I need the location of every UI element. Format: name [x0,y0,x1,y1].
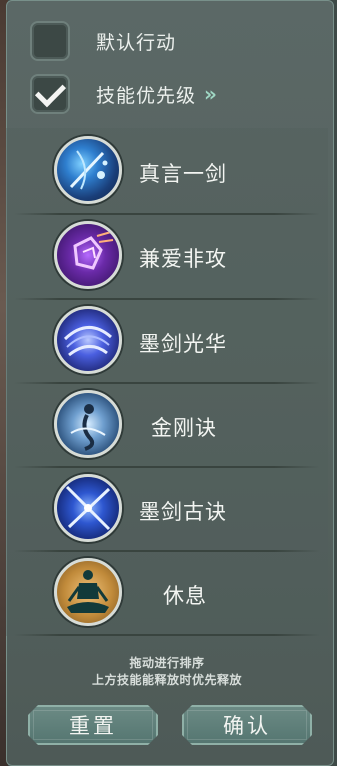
double-chevron-icon[interactable]: » [204,82,217,106]
swirl-icon [54,306,122,374]
hint-line-2: 上方技能能释放时优先释放 [91,673,242,687]
figure-icon [54,390,122,458]
skill-label: 金刚诀 [151,416,217,440]
skill-row[interactable]: 墨剑光华 [14,300,320,384]
default-action-checkbox[interactable] [30,21,70,61]
skill-row[interactable]: 兼爱非攻 [14,215,320,299]
default-action-label: 默认行动 [96,31,177,54]
water-sword-icon [54,136,122,204]
hint-line-1: 拖动进行排序 [129,656,205,670]
skill-label: 兼爱非攻 [139,247,227,271]
dialog-frame: 默认行动 技能优先级 » 真言一剑 兼爱非攻 墨剑光华 金刚诀 墨剑古诀 休息 … [0,0,337,766]
skill-row[interactable]: 真言一剑 [14,130,320,214]
button-border [33,710,153,740]
reset-button[interactable]: 重置 [28,705,158,745]
skill-priority-label: 技能优先级 [96,84,197,107]
confirm-button[interactable]: 确认 [182,705,312,745]
meditation-icon [54,558,122,626]
option-skill-priority[interactable]: 技能优先级 » [30,74,217,114]
option-default-action[interactable]: 默认行动 [30,21,176,61]
checkmark-icon [34,75,66,107]
skill-label: 休息 [163,584,207,608]
skill-row[interactable]: 金刚诀 [14,384,320,468]
purple-shield-icon [54,221,122,289]
skill-row[interactable]: 休息 [14,552,320,636]
skill-priority-checkbox[interactable] [30,74,70,114]
skill-label: 墨剑古诀 [139,500,227,524]
skill-row[interactable]: 墨剑古诀 [14,468,320,552]
button-border [187,710,307,740]
skill-label: 墨剑光华 [139,332,227,356]
divider [14,634,320,636]
crossed-swords-icon [54,474,122,542]
skill-label: 真言一剑 [139,162,227,186]
